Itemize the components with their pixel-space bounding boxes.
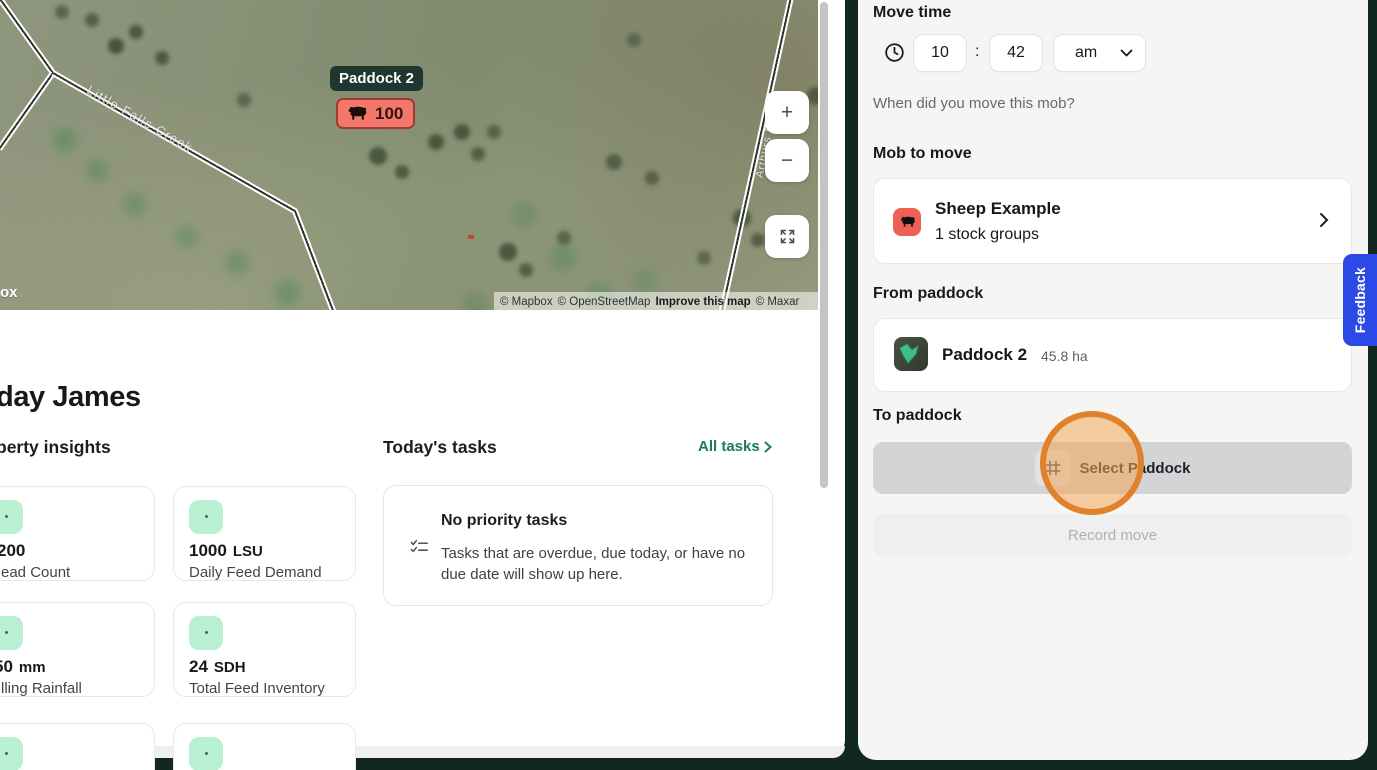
map-red-mark: [468, 235, 474, 239]
chevron-right-icon: [1319, 212, 1329, 228]
click-highlight: [1040, 411, 1144, 515]
stat-unit: mm: [18, 659, 46, 676]
stat-unit: LSU: [232, 543, 263, 560]
feedback-label: Feedback: [1352, 266, 1368, 334]
from-paddock-area: 45.8 ha: [1041, 348, 1088, 364]
mob-count: 100: [375, 103, 404, 123]
to-paddock-heading: To paddock: [873, 407, 962, 424]
stat-label: lling Rainfall: [1, 680, 82, 697]
dashboard-scrollbar[interactable]: [820, 2, 828, 488]
empty-tasks-title: No priority tasks: [441, 512, 568, 529]
stat-card-head-count[interactable]: 200 ead Count: [0, 486, 155, 581]
feedback-tab[interactable]: Feedback: [1343, 254, 1377, 346]
checklist-icon: [410, 539, 429, 556]
clock-icon: [884, 42, 905, 63]
stat-value: 50: [0, 657, 13, 676]
creek-label: Little Falls Creek: [84, 82, 196, 156]
stat-icon: [189, 500, 223, 534]
move-time-helper: When did you move this mob?: [873, 95, 1075, 112]
attr-mapbox[interactable]: © Mapbox: [500, 296, 553, 308]
chevron-right-icon: [764, 441, 772, 453]
paddock-boundary-line: [0, 0, 56, 76]
stat-card-feed-inventory[interactable]: 24 SDH Total Feed Inventory: [173, 602, 356, 697]
map-attribution: © Mapbox © OpenStreetMap Improve this ma…: [494, 292, 818, 310]
stat-unit: SDH: [213, 659, 246, 676]
empty-tasks-body: Tasks that are overdue, due today, or ha…: [441, 545, 746, 584]
stat-icon: [0, 500, 23, 534]
stat-icon: [0, 737, 23, 770]
tasks-section-title: Today's tasks: [383, 437, 497, 457]
stat-value: 24: [189, 657, 208, 676]
minute-input[interactable]: [989, 34, 1043, 72]
move-time-heading: Move time: [873, 4, 952, 21]
stat-card-partial[interactable]: [0, 723, 155, 770]
no-priority-tasks-card: No priority tasks Tasks that are overdue…: [383, 485, 773, 606]
mapbox-logo-fragment: ox: [0, 284, 18, 301]
paddock-thumbnail: [894, 337, 928, 371]
record-move-button[interactable]: Record move: [873, 514, 1352, 557]
stat-label: ead Count: [1, 564, 71, 581]
hour-input[interactable]: [913, 34, 967, 72]
mob-name: Sheep Example: [935, 199, 1061, 218]
from-paddock-heading: From paddock: [873, 285, 984, 302]
greeting-title: day James: [0, 381, 141, 413]
attr-osm[interactable]: © OpenStreetMap: [558, 296, 651, 308]
paddock-boundary-line: [0, 71, 56, 151]
all-tasks-link[interactable]: All tasks: [698, 438, 772, 455]
stat-card-partial[interactable]: [173, 723, 356, 770]
from-paddock-name: Paddock 2: [942, 345, 1028, 364]
all-tasks-label: All tasks: [698, 438, 760, 455]
time-colon: :: [975, 43, 980, 60]
attr-maxar[interactable]: © Maxar: [756, 296, 800, 308]
meridiem-select[interactable]: am: [1053, 34, 1146, 72]
stat-icon: [189, 616, 223, 650]
mob-to-move-heading: Mob to move: [873, 145, 972, 162]
mob-map-marker[interactable]: 100: [336, 98, 416, 129]
farm-map[interactable]: Little Falls Creek Arthurs Rd ox Paddock…: [0, 0, 818, 310]
stat-card-rainfall[interactable]: 50 mm lling Rainfall: [0, 602, 155, 697]
fullscreen-button[interactable]: [765, 215, 809, 258]
sheep-icon: [893, 208, 921, 236]
mob-subtitle: 1 stock groups: [935, 226, 1040, 243]
chevron-down-icon: [1120, 49, 1133, 57]
insights-section-title: perty insights: [0, 437, 111, 457]
mob-card[interactable]: Sheep Example 1 stock groups: [873, 178, 1352, 264]
stat-icon: [0, 616, 23, 650]
sheep-icon: [346, 106, 368, 121]
stat-card-feed-demand[interactable]: 1000 LSU Daily Feed Demand: [173, 486, 356, 581]
attr-improve-link[interactable]: Improve this map: [655, 296, 750, 308]
from-paddock-card[interactable]: Paddock 2 45.8 ha: [873, 318, 1352, 392]
meridiem-value: am: [1075, 44, 1098, 61]
stat-value: 1000: [189, 541, 227, 560]
stat-label: Daily Feed Demand: [189, 564, 322, 581]
zoom-out-button[interactable]: −: [765, 139, 809, 182]
stat-label: Total Feed Inventory: [189, 680, 325, 697]
expand-icon: [779, 228, 796, 245]
stat-value: 200: [0, 541, 26, 560]
paddock-boundary-line: [292, 209, 338, 310]
stat-icon: [189, 737, 223, 770]
paddock-map-label: Paddock 2: [330, 66, 424, 91]
app-viewport: Little Falls Creek Arthurs Rd ox Paddock…: [0, 0, 1377, 770]
zoom-in-button[interactable]: +: [765, 91, 809, 134]
